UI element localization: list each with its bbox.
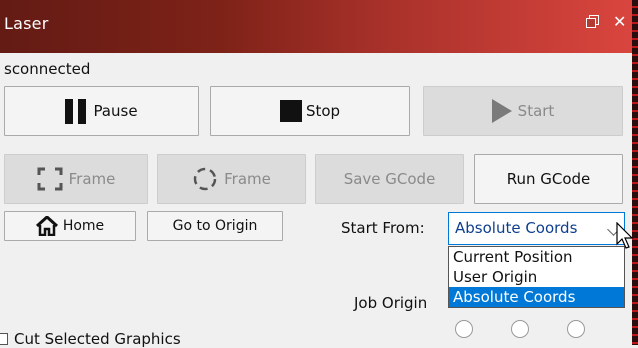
stop-icon	[279, 100, 302, 122]
option-absolute-coords[interactable]: Absolute Coords	[449, 287, 624, 307]
frame-circle-button[interactable]: Frame	[157, 154, 306, 204]
save-gcode-label: Save GCode	[343, 170, 436, 188]
job-origin-radio-3[interactable]	[567, 320, 585, 338]
home-label: Home	[62, 218, 105, 234]
mouse-cursor-icon	[616, 222, 634, 249]
start-from-label: Start From:	[341, 219, 425, 237]
run-gcode-label: Run GCode	[506, 170, 591, 188]
stop-label: Stop	[305, 102, 341, 120]
run-gcode-button[interactable]: Run GCode	[474, 154, 623, 204]
pause-icon	[65, 98, 87, 124]
frame-circle-icon	[193, 167, 217, 191]
close-button[interactable]: ✕	[613, 12, 626, 31]
connection-status: sconnected	[4, 60, 91, 78]
window-title: Laser	[4, 14, 49, 33]
option-user-origin[interactable]: User Origin	[449, 267, 624, 287]
job-origin-radio-2[interactable]	[511, 320, 529, 338]
start-label: Start	[517, 102, 555, 120]
home-icon	[35, 216, 58, 236]
save-gcode-button[interactable]: Save GCode	[315, 154, 464, 204]
restore-icon	[586, 15, 599, 28]
start-from-select[interactable]: Absolute Coords	[448, 212, 625, 245]
home-button[interactable]: Home	[4, 211, 136, 241]
go-to-origin-button[interactable]: Go to Origin	[147, 211, 283, 241]
play-icon	[491, 99, 512, 123]
restore-button[interactable]	[586, 12, 599, 31]
frame-rect-icon	[37, 167, 63, 191]
cut-selected-label: Cut Selected Graphics	[14, 330, 181, 348]
start-from-value: Absolute Coords	[455, 219, 578, 237]
go-to-origin-label: Go to Origin	[172, 218, 258, 234]
pause-button[interactable]: Pause	[4, 86, 199, 136]
pause-label: Pause	[93, 102, 138, 120]
cut-selected-checkbox[interactable]	[0, 333, 8, 345]
stop-button[interactable]: Stop	[210, 86, 410, 136]
title-bar: Laser ✕	[0, 0, 632, 53]
start-from-dropdown: Current Position User Origin Absolute Co…	[448, 246, 625, 308]
job-origin-radio-1[interactable]	[455, 320, 473, 338]
start-button[interactable]: Start	[423, 86, 623, 136]
job-origin-label: Job Origin	[354, 294, 428, 312]
frame-rect-label: Frame	[68, 170, 116, 188]
frame-circle-label: Frame	[224, 170, 271, 188]
option-current-position[interactable]: Current Position	[449, 247, 624, 267]
background-window-edge	[632, 0, 638, 345]
frame-rect-button[interactable]: Frame	[4, 154, 148, 204]
